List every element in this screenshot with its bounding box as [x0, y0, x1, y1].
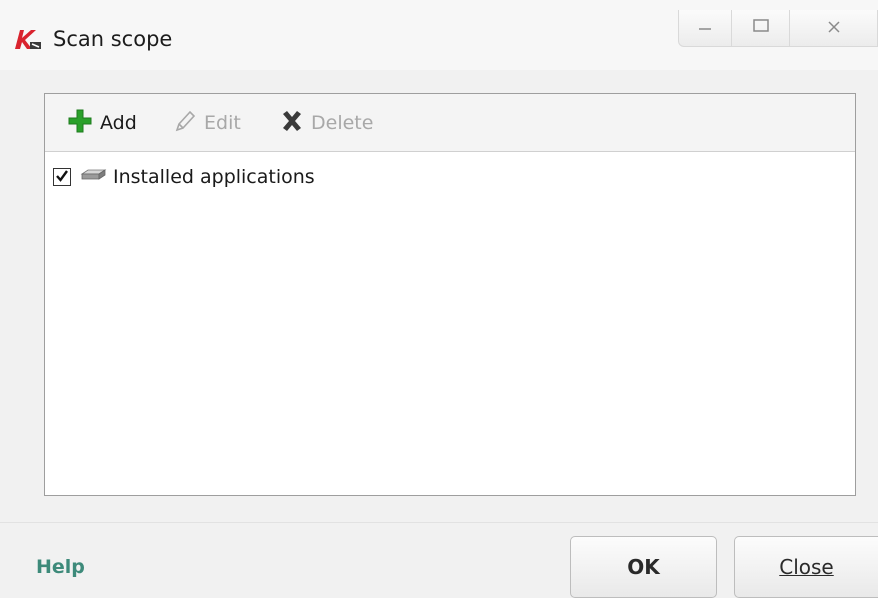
list-item[interactable]: Installed applications [53, 164, 315, 190]
toolbar: Add Edit Delete [45, 94, 855, 152]
minimize-button[interactable] [678, 10, 732, 47]
maximize-icon [752, 18, 770, 38]
checkmark-icon [55, 166, 69, 188]
list-item-label: Installed applications [113, 166, 315, 188]
checkbox[interactable] [53, 168, 71, 186]
help-link[interactable]: Help [36, 556, 85, 578]
footer-divider [0, 522, 878, 523]
close-button[interactable]: Close [734, 536, 878, 598]
edit-button[interactable]: Edit [173, 108, 241, 138]
kaspersky-k-icon [14, 28, 42, 50]
close-icon [827, 19, 841, 38]
window-title: Scan scope [53, 27, 173, 51]
caption-buttons [678, 10, 878, 47]
close-label: Close [779, 555, 834, 579]
add-button[interactable]: Add [67, 108, 137, 138]
add-label: Add [100, 112, 137, 134]
ok-button[interactable]: OK [570, 536, 717, 598]
title-bar[interactable]: Scan scope [0, 0, 878, 70]
ok-label: OK [627, 555, 660, 579]
delete-button[interactable]: Delete [280, 108, 373, 138]
drive-icon [79, 166, 107, 188]
edit-label: Edit [204, 112, 241, 134]
x-icon [280, 109, 311, 138]
pencil-icon [173, 109, 204, 138]
delete-label: Delete [311, 112, 374, 134]
plus-icon [67, 108, 100, 139]
scan-scope-dialog: Scan scope Add Edit Delete Installed app… [0, 0, 878, 598]
maximize-button[interactable] [732, 10, 790, 47]
close-window-button[interactable] [790, 10, 878, 47]
scan-scope-panel: Add Edit Delete Installed applications [44, 93, 856, 496]
minimize-icon [697, 18, 713, 38]
